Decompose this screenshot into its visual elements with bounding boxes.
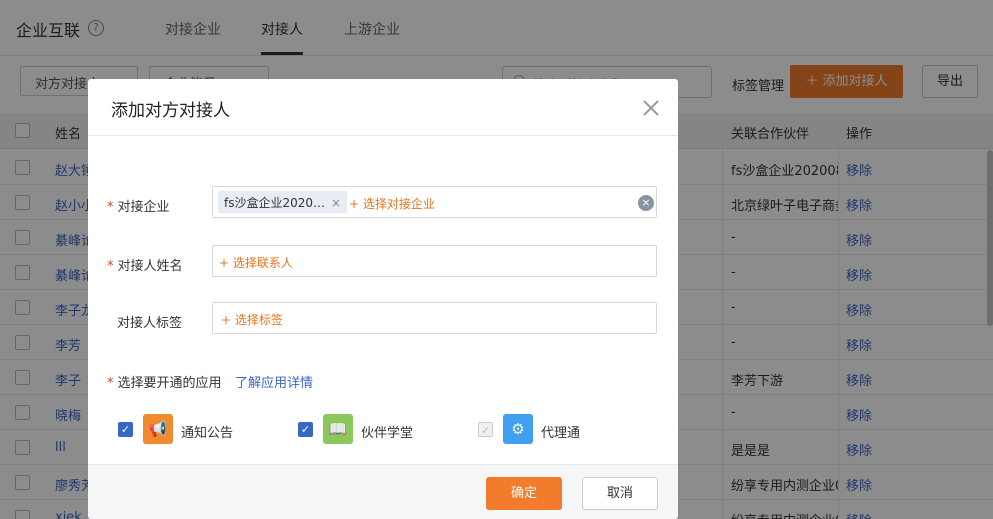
- contact-label: * 对接人姓名: [107, 255, 183, 274]
- app-label-notice: 通知公告: [181, 426, 234, 441]
- tag-label: 对接人标签: [117, 316, 183, 331]
- chip-remove-icon[interactable]: ×: [331, 196, 341, 210]
- close-icon[interactable]: [641, 98, 661, 118]
- contact-label-text: 对接人姓名: [117, 259, 183, 274]
- select-contact-link[interactable]: + 选择联系人: [219, 254, 293, 271]
- select-company-link[interactable]: + 选择对接企业: [349, 195, 435, 212]
- select-tag-link[interactable]: + 选择标签: [221, 311, 283, 328]
- agent-checkbox: ✓: [478, 422, 493, 437]
- required-mark: *: [107, 376, 114, 391]
- company-label-text: 对接企业: [117, 200, 170, 215]
- app-label-agent: 代理通: [541, 426, 581, 441]
- add-contact-dialog: 添加对方对接人 * 对接企业 fs沙盒企业2020… × + 选择对接企业 × * 对…: [88, 79, 678, 519]
- company-chip-label: fs沙盒企业2020…: [224, 196, 326, 210]
- confirm-button[interactable]: 确定: [486, 477, 562, 510]
- tag-field[interactable]: + 选择标签: [212, 302, 657, 334]
- clear-icon[interactable]: ×: [638, 195, 654, 211]
- company-field[interactable]: fs沙盒企业2020… × + 选择对接企业 ×: [212, 186, 657, 218]
- app-details-link[interactable]: 了解应用详情: [235, 372, 313, 391]
- apps-label: * 选择要开通的应用: [107, 372, 222, 391]
- dialog-title: 添加对方对接人: [111, 101, 230, 121]
- academy-checkbox[interactable]: ✓: [298, 422, 313, 437]
- book-icon: 📖: [323, 414, 353, 444]
- dialog-header: 添加对方对接人: [88, 79, 678, 136]
- required-mark: *: [107, 200, 114, 215]
- company-label: * 对接企业: [107, 196, 170, 215]
- contact-field[interactable]: + 选择联系人: [212, 245, 657, 277]
- app-label-academy: 伙伴学堂: [361, 426, 414, 441]
- cancel-button[interactable]: 取消: [582, 477, 658, 510]
- company-chip: fs沙盒企业2020… ×: [218, 191, 348, 213]
- agent-icon: ⚙: [503, 414, 533, 444]
- notice-checkbox[interactable]: ✓: [118, 422, 133, 437]
- megaphone-icon: 📢: [143, 414, 173, 444]
- dialog-footer: 确定 取消: [88, 464, 678, 519]
- apps-label-text: 选择要开通的应用: [117, 376, 222, 391]
- required-mark: *: [107, 259, 114, 274]
